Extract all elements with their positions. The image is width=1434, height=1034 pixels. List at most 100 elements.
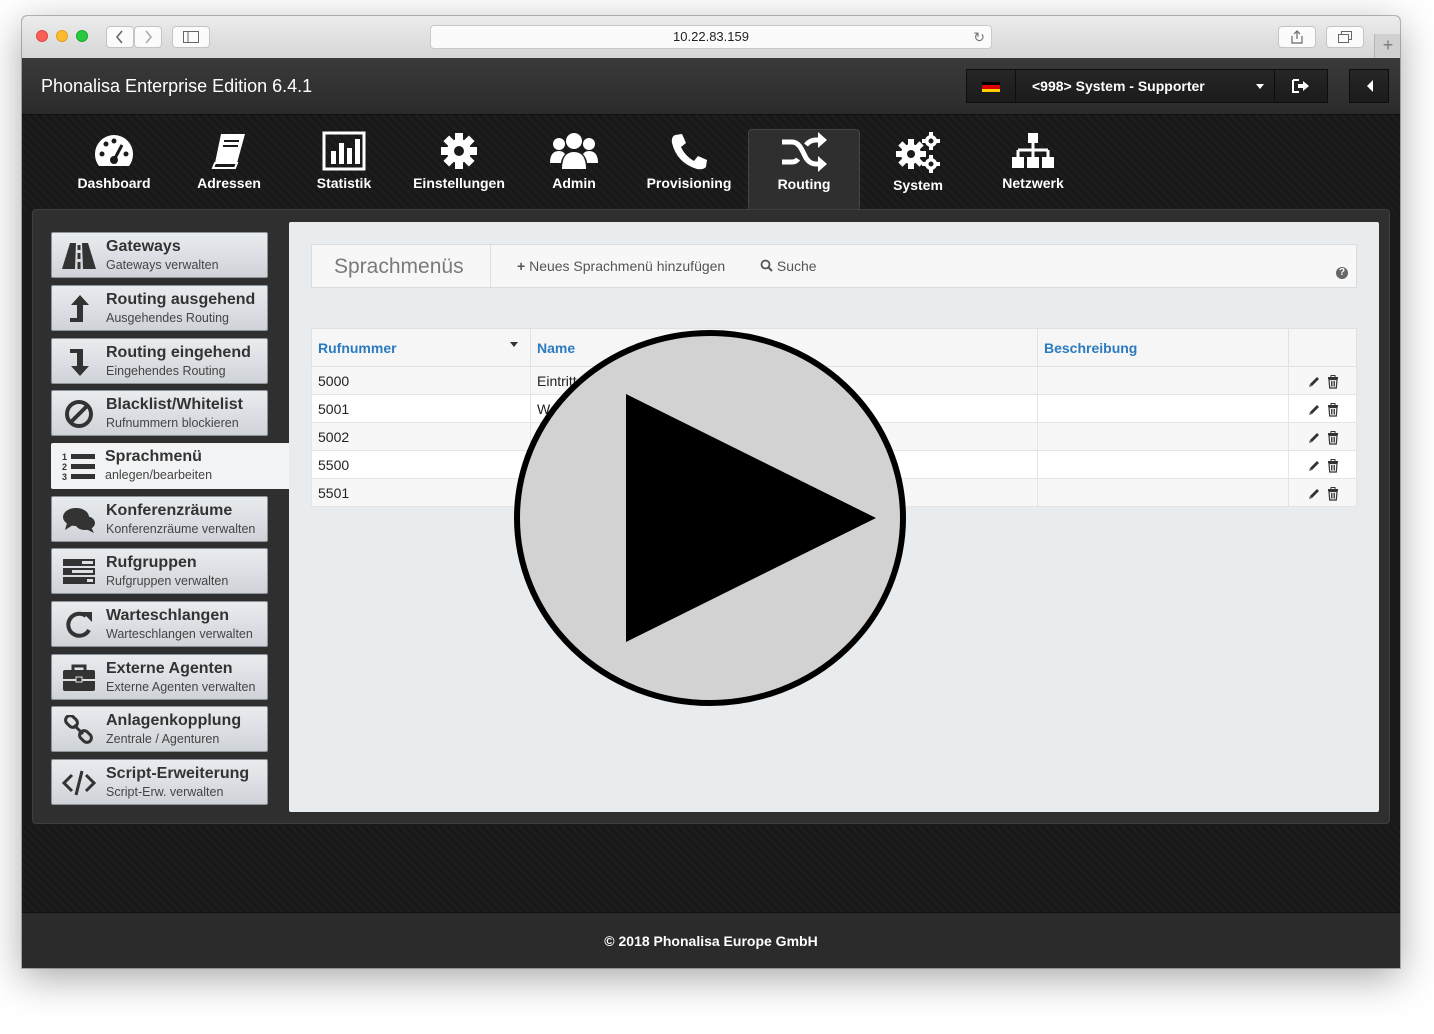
cell-beschreibung	[1037, 394, 1289, 423]
nav-admin[interactable]: Admin	[519, 131, 629, 209]
sidebar-item-title: Anlagenkopplung	[106, 712, 242, 729]
sidebar-item-subtitle: Script-Erw. verwalten	[106, 785, 224, 799]
delete-trash-icon[interactable]	[1326, 374, 1340, 389]
cell-rufnummer: 5501	[311, 478, 531, 507]
nav-statistik[interactable]: Statistik	[289, 131, 399, 209]
nav-label: Routing	[777, 176, 831, 192]
sidebar-item-title: Routing ausgehend	[106, 291, 256, 308]
address-bar[interactable]: 10.22.83.159 ↻	[430, 25, 992, 49]
sign-out-icon	[1292, 79, 1309, 93]
delete-trash-icon[interactable]	[1326, 486, 1340, 501]
play-video-icon[interactable]	[514, 330, 906, 706]
caret-left-icon	[1367, 80, 1373, 92]
sidebar-item-externe-agenten[interactable]: Externe Agenten Externe Agenten verwalte…	[51, 654, 268, 700]
back-button[interactable]	[106, 26, 134, 48]
add-label: Neues Sprachmenü hinzufügen	[529, 258, 726, 274]
nav-system[interactable]: System	[863, 131, 973, 209]
caret-down-icon	[1256, 84, 1264, 89]
edit-pencil-icon[interactable]	[1307, 487, 1321, 501]
edit-pencil-icon[interactable]	[1307, 403, 1321, 417]
zoom-window-button[interactable]	[76, 30, 88, 42]
cell-rufnummer: 5500	[311, 450, 531, 479]
copyright-text: © 2018 Phonalisa Europe GmbH	[604, 933, 818, 949]
app-header: Phonalisa Enterprise Edition 6.4.1 <998>…	[22, 58, 1400, 115]
forward-button[interactable]	[134, 26, 162, 48]
new-tab-button[interactable]: +	[1374, 34, 1400, 58]
column-header-actions	[1288, 328, 1357, 367]
sidebar-item-subtitle: Rufgruppen verwalten	[106, 574, 229, 588]
edit-pencil-icon[interactable]	[1307, 375, 1321, 389]
link-icon	[64, 715, 93, 744]
nav-label: Einstellungen	[413, 175, 505, 191]
sidebar-toggle-button[interactable]	[172, 26, 210, 48]
refresh-icon	[66, 611, 92, 638]
share-button[interactable]	[1278, 26, 1316, 48]
road-icon	[62, 243, 96, 269]
code-icon	[62, 770, 96, 796]
nav-provisioning[interactable]: Provisioning	[634, 131, 744, 209]
sidebar-item-sprachmenue[interactable]: 123 Sprachmenü anlegen/bearbeiten	[51, 443, 291, 489]
delete-trash-icon[interactable]	[1326, 458, 1340, 473]
nav-label: Admin	[552, 175, 596, 191]
minimize-window-button[interactable]	[56, 30, 68, 42]
footer: © 2018 Phonalisa Europe GmbH	[22, 912, 1400, 968]
nav-label: Netzwerk	[1002, 175, 1064, 191]
sidebar-item-subtitle: Rufnummern blockieren	[106, 416, 239, 430]
cell-actions	[1288, 478, 1357, 507]
cell-actions	[1288, 450, 1357, 479]
sidebar-item-blacklist-whitelist[interactable]: Blacklist/Whitelist Rufnummern blockiere…	[51, 390, 268, 436]
svg-text:1: 1	[62, 452, 67, 462]
collapse-button[interactable]	[1349, 69, 1389, 103]
column-header-beschreibung[interactable]: Beschreibung	[1037, 328, 1289, 367]
reload-icon[interactable]: ↻	[973, 26, 985, 48]
logout-button[interactable]	[1274, 69, 1328, 103]
add-sprachmenue-button[interactable]: + Neues Sprachmenü hinzufügen	[517, 258, 725, 274]
language-button[interactable]	[966, 69, 1016, 103]
sidebar-item-title: Warteschlangen	[106, 607, 229, 624]
bar-chart-icon	[322, 131, 366, 171]
sidebar-item-routing-ausgehend[interactable]: Routing ausgehend Ausgehendes Routing	[51, 285, 268, 331]
sidebar-icon	[183, 31, 199, 43]
nav-label: Statistik	[316, 175, 372, 191]
arrow-down-icon	[70, 349, 89, 376]
column-label: Rufnummer	[318, 339, 397, 356]
nav-dashboard[interactable]: Dashboard	[59, 131, 169, 209]
delete-trash-icon[interactable]	[1326, 430, 1340, 445]
sidebar-item-title: Sprachmenü	[105, 448, 202, 465]
help-icon[interactable]: ?	[1336, 267, 1348, 279]
plus-icon: +	[517, 258, 526, 274]
nav-netzwerk[interactable]: Netzwerk	[978, 131, 1088, 209]
users-icon	[550, 133, 598, 169]
nav-routing[interactable]: Routing	[748, 129, 860, 212]
sidebar-item-routing-eingehend[interactable]: Routing eingehend Eingehendes Routing	[51, 338, 268, 384]
cell-beschreibung	[1037, 366, 1289, 395]
nav-adressen[interactable]: Adressen	[174, 131, 284, 209]
sidebar-item-script-erweiterung[interactable]: Script-Erweiterung Script-Erw. verwalten	[51, 759, 268, 805]
sidebar-item-title: Gateways	[106, 238, 181, 255]
main-navigation: Dashboard Adressen Statistik Einstellung…	[22, 115, 1400, 212]
column-header-rufnummer[interactable]: Rufnummer	[311, 328, 531, 367]
tabs-overview-button[interactable]	[1326, 26, 1364, 48]
sidebar-item-gateways[interactable]: Gateways Gateways verwalten	[51, 232, 268, 278]
share-icon	[1291, 30, 1303, 44]
sidebar-item-warteschlangen[interactable]: Warteschlangen Warteschlangen verwalten	[51, 601, 268, 647]
sidebar-item-subtitle: Eingehendes Routing	[106, 364, 226, 378]
delete-trash-icon[interactable]	[1326, 402, 1340, 417]
ban-icon	[65, 400, 93, 428]
sidebar-item-konferenzraeume[interactable]: Konferenzräume Konferenzräume verwalten	[51, 496, 268, 542]
user-selector[interactable]: <998> System - Supporter	[1015, 69, 1275, 103]
close-window-button[interactable]	[36, 30, 48, 42]
sidebar-item-subtitle: Konferenzräume verwalten	[106, 522, 256, 536]
sidebar-item-rufgruppen[interactable]: Rufgruppen Rufgruppen verwalten	[51, 548, 268, 594]
nav-einstellungen[interactable]: Einstellungen	[404, 131, 514, 209]
cell-rufnummer: 5000	[311, 366, 531, 395]
search-button[interactable]: Suche	[760, 258, 817, 274]
sidebar-item-anlagenkopplung[interactable]: Anlagenkopplung Zentrale / Agenturen	[51, 706, 268, 752]
page-background	[22, 826, 1400, 912]
sidebar-item-title: Konferenzräume	[106, 502, 233, 519]
edit-pencil-icon[interactable]	[1307, 431, 1321, 445]
german-flag-icon	[982, 82, 1000, 92]
edit-pencil-icon[interactable]	[1307, 459, 1321, 473]
sidebar-item-subtitle: anlegen/bearbeiten	[105, 468, 213, 482]
cell-actions	[1288, 394, 1357, 423]
